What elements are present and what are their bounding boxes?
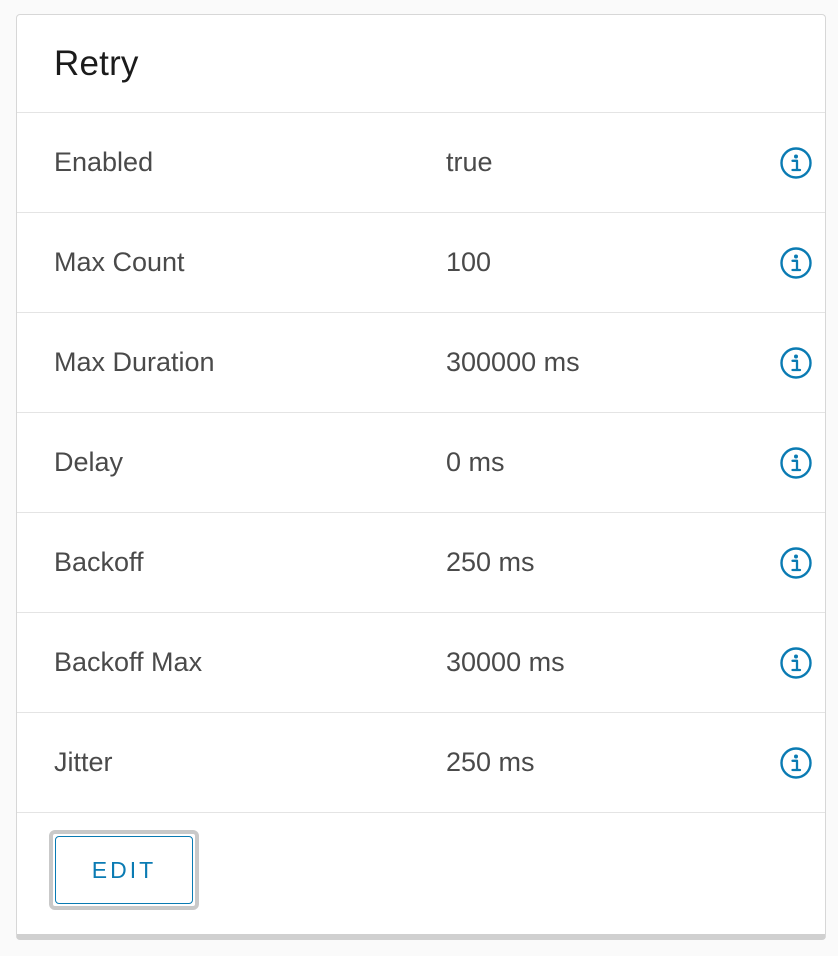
edit-button-label: EDIT xyxy=(55,836,193,904)
edit-button[interactable]: EDIT xyxy=(49,830,199,910)
row-backoff-max: Backoff Max 30000 ms xyxy=(17,613,825,713)
row-jitter: Jitter 250 ms xyxy=(17,713,825,813)
info-icon[interactable] xyxy=(779,246,813,280)
info-icon[interactable] xyxy=(779,646,813,680)
row-delay: Delay 0 ms xyxy=(17,413,825,513)
row-enabled: Enabled true xyxy=(17,113,825,213)
retry-card: Retry Enabled true Max Count 100 Max Dur… xyxy=(16,14,826,940)
row-value: 250 ms xyxy=(446,547,535,577)
row-max-count: Max Count 100 xyxy=(17,213,825,313)
info-icon[interactable] xyxy=(779,746,813,780)
card-footer: EDIT xyxy=(17,813,825,931)
row-value: 250 ms xyxy=(446,747,535,777)
row-label: Backoff Max xyxy=(54,647,203,677)
row-value: 0 ms xyxy=(446,447,505,477)
row-value: 30000 ms xyxy=(446,647,565,677)
row-max-duration: Max Duration 300000 ms xyxy=(17,313,825,413)
row-label: Enabled xyxy=(54,147,154,177)
row-label: Backoff xyxy=(54,547,144,577)
row-value: true xyxy=(446,147,493,177)
info-icon[interactable] xyxy=(779,146,813,180)
row-value: 100 xyxy=(446,247,492,277)
card-title: Retry xyxy=(54,43,139,83)
row-label: Delay xyxy=(54,447,124,477)
row-backoff: Backoff 250 ms xyxy=(17,513,825,613)
row-label: Max Duration xyxy=(54,347,215,377)
info-icon[interactable] xyxy=(779,446,813,480)
row-label: Max Count xyxy=(54,247,185,277)
card-header: Retry xyxy=(17,15,825,113)
row-value: 300000 ms xyxy=(446,347,580,377)
info-icon[interactable] xyxy=(779,346,813,380)
info-icon[interactable] xyxy=(779,546,813,580)
row-label: Jitter xyxy=(54,747,113,777)
